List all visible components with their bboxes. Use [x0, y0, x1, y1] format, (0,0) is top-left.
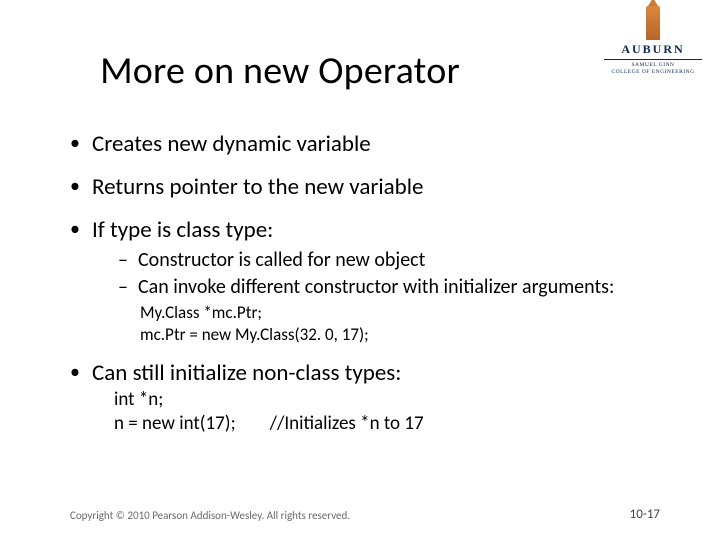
copyright-text: Copyright © 2010 Pearson Addison-Wesley.… [70, 509, 350, 522]
code-line-2a: int *n; [114, 388, 650, 413]
code-block-2: int *n; n = new int(17); //Initializes *n… [114, 388, 650, 437]
code-block-1: My.Class *mc.Ptr; mc.Ptr = new My.Class(… [140, 302, 650, 345]
code-line-2b: n = new int(17); //Initializes *n to 17 [114, 412, 650, 437]
logo-name: AUBURN [598, 42, 708, 57]
bullet-list: Creates new dynamic variable Returns poi… [70, 130, 650, 437]
tower-icon [646, 6, 660, 40]
sub-bullet-2: Can invoke different constructor with in… [118, 275, 650, 300]
bullet-4-text: Can still initialize non-class types: [92, 359, 401, 387]
logo-divider [604, 59, 702, 60]
bullet-3: If type is class type: Constructor is ca… [70, 216, 650, 345]
sub-bullet-1: Constructor is called for new object [118, 248, 650, 273]
code-2b-left: n = new int(17); [114, 412, 236, 435]
bullet-4: Can still initialize non-class types: in… [70, 359, 650, 437]
logo-sub1: SAMUEL GINN [598, 62, 708, 69]
code-line-1a: My.Class *mc.Ptr; [140, 302, 650, 323]
logo-sub2: COLLEGE OF ENGINEERING [598, 69, 708, 76]
page-number: 10-17 [630, 507, 660, 522]
bullet-3-text: If type is class type: [92, 216, 273, 244]
slide-body: Creates new dynamic variable Returns poi… [70, 130, 650, 451]
auburn-logo: AUBURN SAMUEL GINN COLLEGE OF ENGINEERIN… [598, 6, 708, 76]
slide-title: More on new Operator [0, 48, 560, 94]
bullet-1: Creates new dynamic variable [70, 130, 650, 159]
code-line-1b: mc.Ptr = new My.Class(32. 0, 17); [140, 324, 650, 345]
bullet-2: Returns pointer to the new variable [70, 173, 650, 202]
sub-bullet-list: Constructor is called for new object Can… [118, 248, 650, 300]
code-2b-right: //Initializes *n to 17 [270, 412, 424, 435]
slide: More on new Operator AUBURN SAMUEL GINN … [0, 0, 720, 540]
